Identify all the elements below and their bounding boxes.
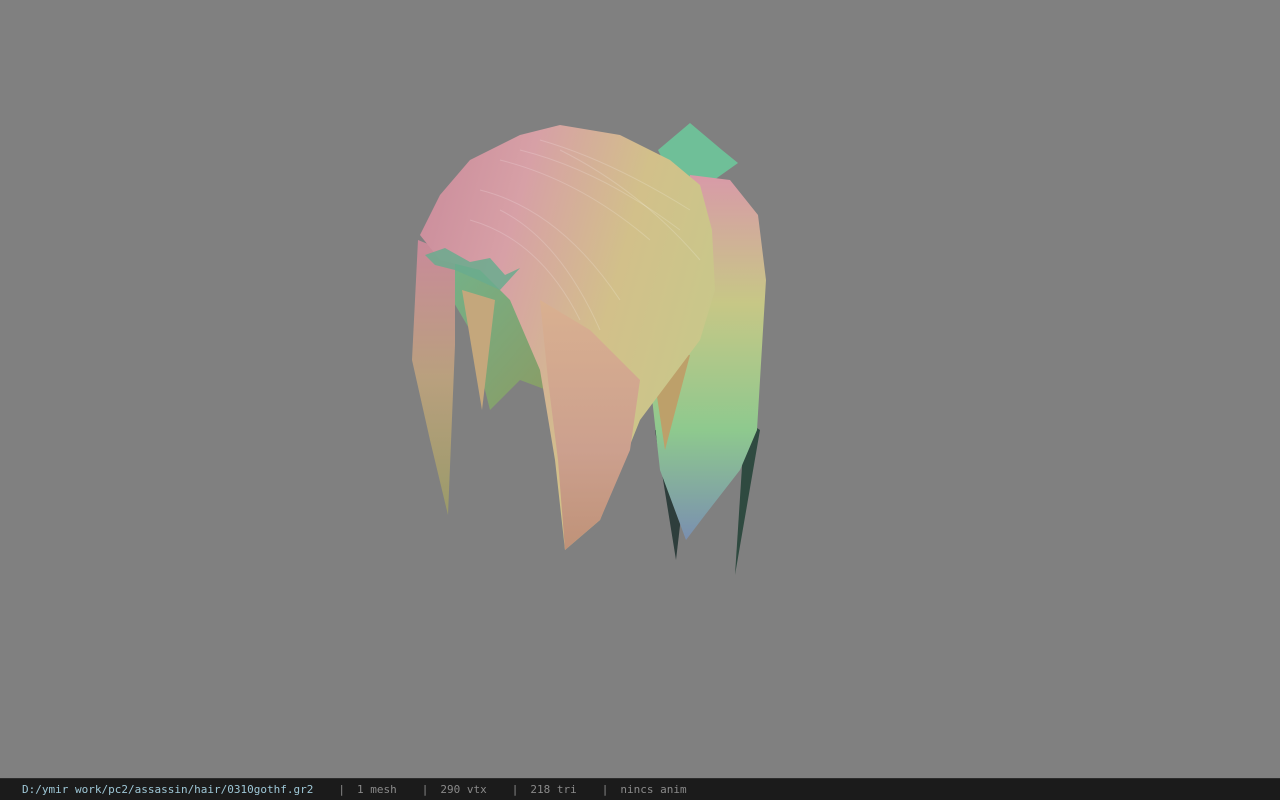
hair-left-side [412,240,455,515]
3d-viewport[interactable] [0,0,1280,778]
anim-status: nincs anim [620,783,687,796]
separator: | [511,783,519,796]
triangle-count: 218 tri [530,783,577,796]
file-path: D:/ymir work/pc2/assassin/hair/0310gothf… [22,783,314,796]
status-bar: D:/ymir work/pc2/assassin/hair/0310gothf… [0,778,1280,800]
vertex-count: 290 vtx [440,783,487,796]
mesh-count: 1 mesh [357,783,397,796]
separator: | [601,783,609,796]
separator: | [338,783,346,796]
hair-model [412,123,766,575]
separator: | [421,783,429,796]
